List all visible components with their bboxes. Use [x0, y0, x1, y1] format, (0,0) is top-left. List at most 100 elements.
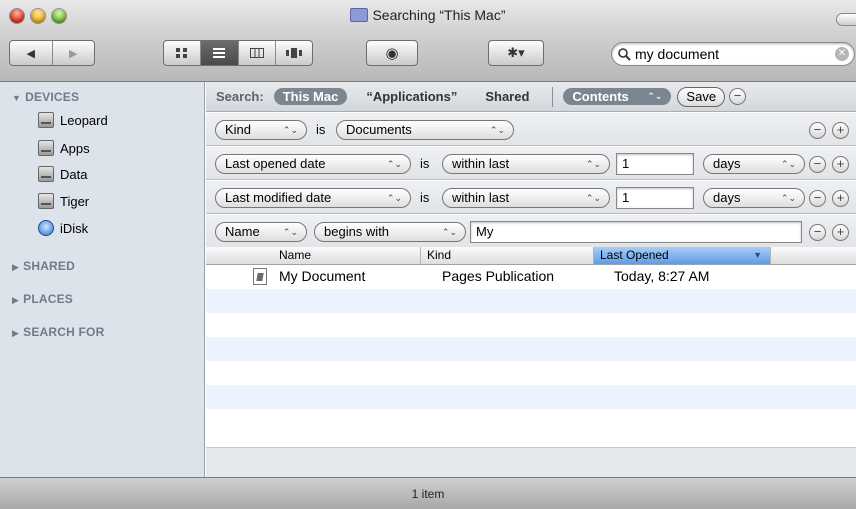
updown-arrows-icon: ⌃⌄ — [282, 227, 298, 237]
updown-arrows-icon: ⌃⌄ — [441, 227, 457, 237]
eye-icon: ◉ — [385, 45, 399, 62]
window-title: Searching “This Mac” — [372, 7, 506, 23]
qualifier-popup[interactable]: within last ⌃⌄ — [442, 188, 610, 208]
view-mode-control — [163, 40, 313, 66]
column-headers: Name Kind Last Opened ▼ — [206, 247, 856, 265]
updown-arrows-icon: ⌃⌄ — [282, 125, 298, 135]
column-header-name[interactable]: Name — [206, 247, 421, 264]
action-menu-button[interactable]: ✱▾ — [489, 41, 543, 65]
scope-shared[interactable]: Shared — [476, 88, 538, 105]
disclosure-open-icon: ▼ — [12, 93, 22, 103]
file-kind: Pages Publication — [442, 268, 555, 284]
remove-criterion-button[interactable]: − — [809, 122, 826, 139]
search-type-popup[interactable]: Contents ⌃⌄ — [563, 88, 672, 105]
toolbar-toggle-button[interactable] — [836, 13, 856, 26]
main-content: Search: This Mac “Applications” Shared C… — [206, 82, 856, 477]
status-bar: 1 item — [0, 477, 856, 509]
file-last-opened: Today, 8:27 AM — [614, 268, 710, 284]
disclosure-closed-icon: ▶ — [12, 262, 20, 272]
list-view-icon — [213, 48, 226, 58]
add-criterion-button[interactable]: + — [832, 122, 849, 139]
name-text-field[interactable]: My — [470, 221, 802, 243]
remove-criterion-button[interactable]: − — [809, 156, 826, 173]
number-field[interactable]: 1 — [616, 187, 694, 209]
sidebar-item-apps[interactable]: Apps — [38, 138, 90, 158]
search-input[interactable] — [635, 46, 835, 62]
scope-applications[interactable]: “Applications” — [357, 88, 466, 105]
icon-view-icon — [176, 48, 188, 58]
criteria-row-name: Name ⌃⌄ begins with ⌃⌄ My − + — [206, 215, 856, 248]
window-toolbar: Searching “This Mac” ◀ ▶ ◉ ✱▾ ✕ — [0, 0, 856, 82]
forward-arrow-icon: ▶ — [69, 47, 78, 60]
add-criterion-button[interactable]: + — [832, 224, 849, 241]
table-row[interactable]: My Document Pages Publication Today, 8:2… — [206, 265, 856, 289]
clear-search-button[interactable]: ✕ — [835, 47, 849, 61]
back-button[interactable]: ◀ — [10, 41, 52, 65]
empty-row — [206, 289, 856, 313]
updown-arrows-icon: ⌃⌄ — [585, 193, 601, 203]
sidebar-item-tiger[interactable]: Tiger — [38, 191, 89, 211]
cover-flow-icon — [285, 48, 302, 58]
pages-document-icon — [253, 268, 267, 285]
hard-drive-icon — [38, 140, 54, 156]
idisk-icon — [38, 220, 54, 236]
sidebar: ▼ DEVICES Leopard Apps Data Tiger iDisk ▶… — [0, 82, 205, 477]
item-count: 1 item — [411, 487, 445, 501]
sidebar-section-shared[interactable]: ▶ SHARED — [12, 259, 75, 273]
empty-row — [206, 313, 856, 337]
quick-look-control: ◉ — [366, 40, 418, 66]
attribute-popup[interactable]: Last modified date ⌃⌄ — [215, 188, 411, 208]
updown-arrows-icon: ⌃⌄ — [489, 125, 505, 135]
add-criterion-button[interactable]: + — [832, 156, 849, 173]
add-criterion-button[interactable]: + — [832, 190, 849, 207]
column-header-last-opened[interactable]: Last Opened ▼ — [594, 247, 771, 264]
save-search-button[interactable]: Save — [677, 86, 726, 107]
operator-label: is — [316, 122, 326, 137]
remove-criterion-button[interactable]: − — [809, 190, 826, 207]
back-arrow-icon: ◀ — [26, 47, 35, 60]
column-view-button[interactable] — [237, 41, 275, 65]
icon-view-button[interactable] — [164, 41, 200, 65]
operator-label: is — [420, 156, 430, 171]
sidebar-section-search-for[interactable]: ▶ SEARCH FOR — [12, 325, 104, 339]
disclosure-closed-icon: ▶ — [12, 328, 20, 338]
column-view-icon — [249, 48, 264, 58]
criteria-row-kind: Kind ⌃⌄ is Documents ⌃⌄ − + — [206, 113, 856, 146]
path-bar — [206, 447, 856, 477]
qualifier-popup[interactable]: within last ⌃⌄ — [442, 154, 610, 174]
unit-popup[interactable]: days ⌃⌄ — [703, 154, 805, 174]
criteria-row-last-opened: Last opened date ⌃⌄ is within last ⌃⌄ 1 da… — [206, 147, 856, 180]
column-header-kind[interactable]: Kind — [421, 247, 594, 264]
attribute-popup[interactable]: Name ⌃⌄ — [215, 222, 307, 242]
sidebar-item-leopard[interactable]: Leopard — [38, 110, 108, 130]
unit-popup[interactable]: days ⌃⌄ — [703, 188, 805, 208]
window-title-container: Searching “This Mac” — [0, 7, 856, 23]
sidebar-item-idisk[interactable]: iDisk — [38, 218, 88, 238]
updown-arrows-icon: ⌃⌄ — [386, 159, 402, 169]
forward-button[interactable]: ▶ — [51, 41, 95, 65]
attribute-popup[interactable]: Last opened date ⌃⌄ — [215, 154, 411, 174]
updown-arrows-icon: ⌃⌄ — [386, 193, 402, 203]
criteria-row-last-modified: Last modified date ⌃⌄ is within last ⌃⌄ 1 … — [206, 181, 856, 214]
qualifier-popup[interactable]: begins with ⌃⌄ — [314, 222, 466, 242]
value-popup[interactable]: Documents ⌃⌄ — [336, 120, 514, 140]
file-name: My Document — [279, 268, 366, 284]
search-field[interactable]: ✕ — [611, 42, 855, 66]
updown-arrows-icon: ⌃⌄ — [585, 159, 601, 169]
remove-criterion-button[interactable]: − — [809, 224, 826, 241]
remove-search-button[interactable]: − — [729, 88, 747, 105]
sidebar-item-data[interactable]: Data — [38, 164, 87, 184]
sidebar-section-places[interactable]: ▶ PLACES — [12, 292, 73, 306]
smart-folder-icon — [350, 8, 369, 22]
attribute-popup[interactable]: Kind ⌃⌄ — [215, 120, 307, 140]
number-field[interactable]: 1 — [616, 153, 694, 175]
sidebar-section-devices[interactable]: ▼ DEVICES — [12, 90, 79, 104]
quick-look-button[interactable]: ◉ — [367, 41, 417, 65]
disclosure-closed-icon: ▶ — [12, 295, 20, 305]
search-scope-bar: Search: This Mac “Applications” Shared C… — [206, 82, 856, 112]
hard-drive-icon — [38, 112, 54, 128]
cover-flow-button[interactable] — [274, 41, 312, 65]
scope-this-mac[interactable]: This Mac — [273, 88, 348, 105]
list-view-button[interactable] — [200, 41, 238, 65]
updown-arrows-icon: ⌃⌄ — [780, 159, 796, 169]
